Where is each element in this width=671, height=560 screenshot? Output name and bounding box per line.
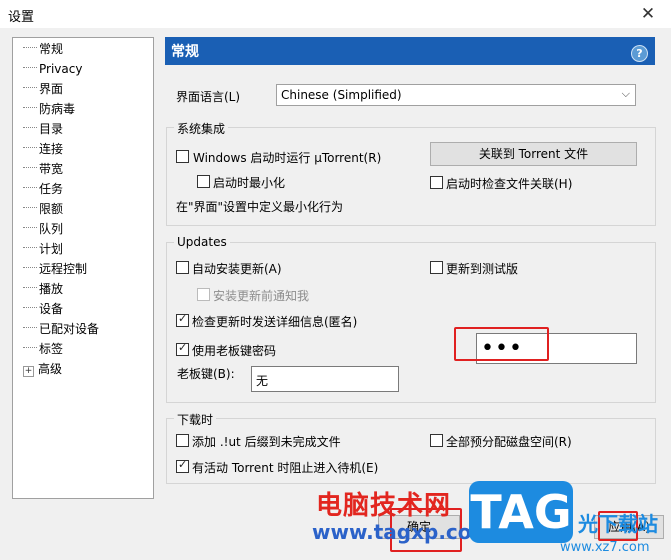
add-ut-checkbox[interactable] (176, 434, 189, 447)
watermark-side-url: www.xz7.com (560, 540, 650, 555)
settings-tree: 常规 Privacy 界面 防病毒 目录 连接 带宽 任务 限额 队列 计划 远… (12, 37, 154, 499)
boss-key-password-checkbox[interactable] (176, 341, 189, 356)
tree-item-label: 目录 (39, 122, 64, 136)
tree-item-label: 队列 (39, 222, 64, 236)
watermark-tag-logo: TAG (469, 481, 573, 543)
start-with-windows-label: Windows 启动时运行 µTorrent(R) (193, 151, 382, 165)
boss-key-value: 无 (256, 374, 269, 388)
tree-item-limits[interactable]: 限额 (23, 200, 63, 218)
close-icon[interactable]: ✕ (636, 3, 660, 25)
tree-item-labels[interactable]: 标签 (23, 340, 63, 358)
language-value: Chinese (Simplified) (281, 88, 402, 102)
updates-title: Updates (174, 235, 230, 249)
tree-item-label: 高级 (38, 362, 63, 376)
language-select[interactable]: Chinese (Simplified) ⌵ (276, 84, 636, 106)
tree-item-antivirus[interactable]: 防病毒 (23, 100, 75, 118)
tree-item-queue[interactable]: 队列 (23, 220, 63, 238)
tree-item-label: 常规 (39, 42, 64, 56)
tree-item-label: 带宽 (39, 162, 64, 176)
window-title: 设置 (8, 10, 35, 25)
watermark-side-text: 光下载站 (578, 512, 658, 536)
notify-before-install-checkbox[interactable] (197, 288, 210, 301)
tree-item-connection[interactable]: 连接 (23, 140, 63, 158)
panel-header: 常规 ? (165, 37, 655, 65)
tree-item-label: Privacy (39, 62, 83, 76)
tree-item-privacy[interactable]: Privacy (23, 60, 82, 78)
tree-item-label: 播放 (39, 282, 64, 296)
minimize-note: 在"界面"设置中定义最小化行为 (176, 200, 344, 214)
tree-item-tasks[interactable]: 任务 (23, 180, 63, 198)
language-label: 界面语言(L) (176, 90, 241, 104)
tree-item-label: 界面 (39, 82, 64, 96)
auto-install-label: 自动安装更新(A) (192, 262, 282, 276)
start-minimized-label: 启动时最小化 (213, 176, 286, 190)
tree-item-general[interactable]: 常规 (23, 40, 64, 58)
watermark-site-name: 电脑技术网 (316, 491, 452, 521)
chevron-down-icon: ⌵ (621, 87, 630, 100)
boss-key-label: 老板键(B): (177, 367, 235, 381)
tree-item-label: 远程控制 (39, 262, 88, 276)
tree-item-label: 已配对设备 (39, 322, 100, 336)
beta-update-checkbox[interactable] (430, 261, 443, 274)
tree-item-label: 限额 (39, 202, 64, 216)
tree-item-label: 任务 (39, 182, 64, 196)
expand-icon[interactable]: + (23, 366, 34, 377)
preallocate-checkbox[interactable] (430, 434, 443, 447)
help-icon[interactable]: ? (631, 45, 648, 62)
preallocate-label: 全部预分配磁盘空间(R) (446, 435, 572, 449)
tree-item-playback[interactable]: 播放 (23, 280, 63, 298)
send-info-checkbox[interactable] (176, 312, 189, 327)
panel-title: 常规 (171, 44, 199, 60)
tree-item-bandwidth[interactable]: 带宽 (23, 160, 63, 178)
download-title: 下载时 (174, 411, 217, 428)
check-association-label: 启动时检查文件关联(H) (446, 177, 573, 191)
beta-update-label: 更新到测试版 (446, 262, 519, 276)
tree-item-directories[interactable]: 目录 (23, 120, 63, 138)
tree-item-advanced[interactable]: + 高级 (23, 360, 62, 378)
watermark-url: www.tagxp.com (312, 520, 493, 544)
prevent-standby-label: 有活动 Torrent 时阻止进入待机(E) (192, 461, 379, 475)
notify-before-install-label: 安装更新前通知我 (213, 289, 310, 303)
add-ut-label: 添加 .!ut 后缀到未完成文件 (192, 435, 341, 449)
tree-item-label: 标签 (39, 342, 64, 356)
tree-item-label: 设备 (39, 302, 64, 316)
associate-torrent-button[interactable]: 关联到 Torrent 文件 (430, 142, 637, 166)
tree-item-paired-devices[interactable]: 已配对设备 (23, 320, 99, 338)
tree-item-scheduler[interactable]: 计划 (23, 240, 63, 258)
title-bar: 设置 ✕ (0, 0, 671, 28)
tree-item-devices[interactable]: 设备 (23, 300, 63, 318)
tree-item-label: 连接 (39, 142, 64, 156)
auto-install-checkbox[interactable] (176, 261, 189, 274)
boss-key-password-label: 使用老板键密码 (192, 344, 277, 358)
tree-item-remote[interactable]: 远程控制 (23, 260, 87, 278)
start-with-windows-checkbox[interactable] (176, 150, 189, 163)
tree-item-ui[interactable]: 界面 (23, 80, 63, 98)
highlight-box (454, 327, 549, 361)
boss-key-field[interactable]: 无 (251, 366, 399, 392)
tree-item-label: 计划 (39, 242, 64, 256)
prevent-standby-checkbox[interactable] (176, 458, 189, 473)
tree-item-label: 防病毒 (39, 102, 76, 116)
system-integration-title: 系统集成 (174, 120, 229, 137)
check-association-checkbox[interactable] (430, 176, 443, 189)
start-minimized-checkbox[interactable] (197, 175, 210, 188)
send-info-label: 检查更新时发送详细信息(匿名) (192, 315, 358, 329)
